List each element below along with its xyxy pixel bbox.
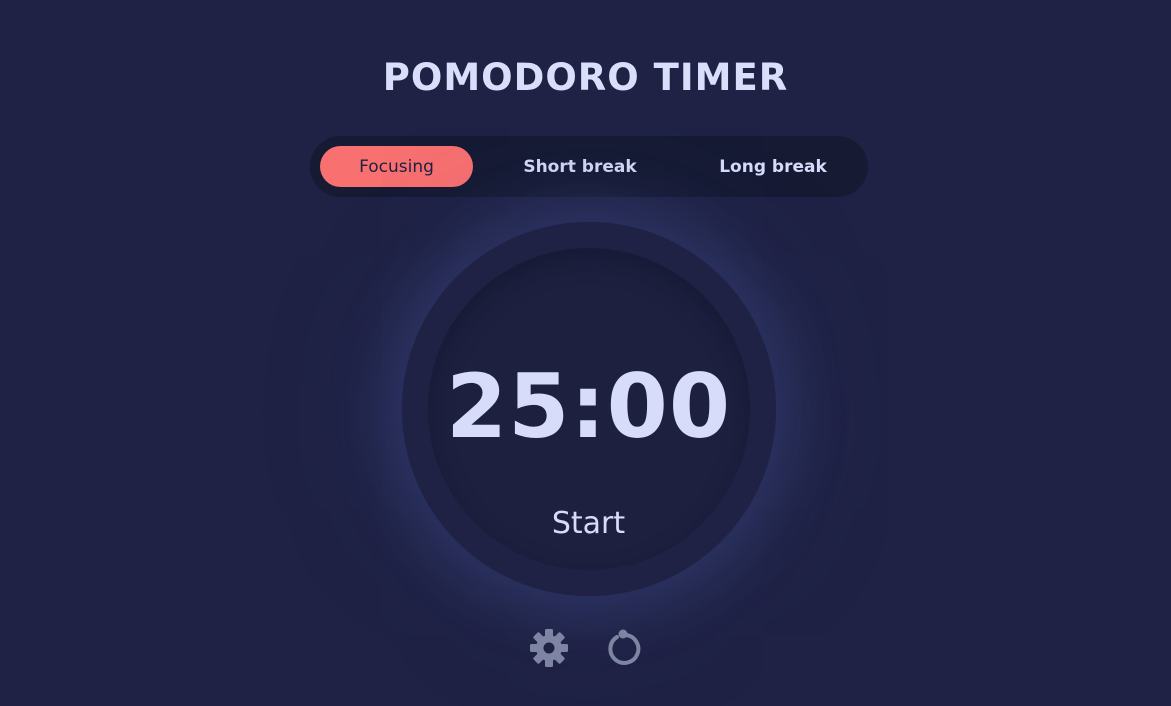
tab-long-break[interactable]: Long break xyxy=(688,146,858,187)
restart-icon xyxy=(608,629,641,665)
page-title: POMODORO TIMER xyxy=(382,56,789,99)
start-button[interactable]: Start xyxy=(0,506,1171,541)
gear-icon xyxy=(530,629,568,667)
tab-short-break[interactable]: Short break xyxy=(495,146,665,187)
settings-button[interactable] xyxy=(529,628,569,668)
tab-focusing[interactable]: Focusing xyxy=(320,146,473,187)
timer-display: 25:00 xyxy=(445,355,732,458)
mode-tabs: Focusing Short break Long break xyxy=(310,136,868,197)
restart-button[interactable] xyxy=(603,628,643,668)
